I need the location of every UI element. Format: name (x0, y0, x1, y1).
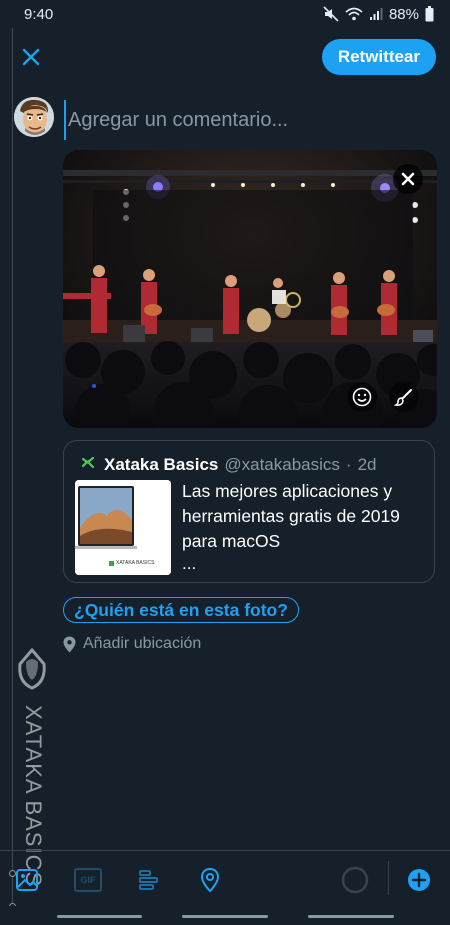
quoted-tweet-separator: · (345, 454, 352, 474)
close-button[interactable] (14, 40, 48, 74)
avatar[interactable] (14, 97, 54, 137)
compose-toolbar: GIF (0, 850, 450, 907)
brush-icon (394, 389, 412, 406)
concert-photo (63, 150, 437, 428)
quoted-tweet-time: 2d (357, 454, 377, 474)
signal-icon (369, 7, 383, 21)
attached-photo[interactable] (63, 150, 437, 428)
quoted-tweet-card[interactable]: Xataka Basics @xatakabasics · 2d XATAKA … (63, 440, 435, 583)
quoted-tweet-handle: @xatakabasics (224, 454, 340, 474)
status-time: 9:40 (24, 5, 54, 23)
nav-home-button[interactable] (182, 915, 268, 918)
nav-recent-button[interactable] (57, 915, 142, 918)
plus-icon (408, 869, 430, 891)
remove-photo-button[interactable] (393, 164, 423, 194)
close-icon (22, 48, 40, 66)
progress-ring-icon (341, 866, 369, 894)
watermark-logo (16, 647, 48, 695)
mute-icon (323, 6, 339, 22)
gif-button[interactable]: GIF (73, 865, 103, 895)
status-icons: 88% (323, 6, 434, 23)
thumbnail-caption: XATAKA BASICS (116, 560, 155, 566)
gif-label: GIF (80, 875, 96, 885)
smiley-icon (352, 387, 372, 407)
poll-icon (139, 870, 158, 890)
add-location-button[interactable]: Añadir ubicación (63, 635, 201, 653)
thread-rail (0, 28, 13, 925)
battery-percent: 88% (388, 5, 419, 23)
system-nav-bar (0, 906, 450, 925)
add-tweet-button[interactable] (404, 865, 434, 895)
character-count-ring (340, 865, 370, 895)
wifi-icon (345, 7, 363, 21)
location-pin-icon (200, 867, 220, 893)
quoted-tweet-text: Las mejores aplicaciones y herramientas … (182, 481, 400, 551)
retweet-button[interactable]: Retwittear (321, 39, 436, 75)
comment-input[interactable] (64, 100, 440, 140)
poll-button[interactable] (134, 865, 164, 895)
close-icon (401, 172, 415, 186)
edit-photo-button[interactable] (389, 382, 419, 412)
add-location-label: Añadir ubicación (83, 635, 202, 652)
quoted-tweet-ellipsis: ... (182, 554, 197, 573)
gif-icon: GIF (74, 868, 102, 892)
tag-people-button[interactable]: ¿Quién está en esta foto? (63, 597, 299, 623)
toolbar-divider (388, 861, 389, 895)
location-button[interactable] (195, 865, 225, 895)
quoted-tweet-header: Xataka Basics @xatakabasics · 2d (78, 452, 377, 477)
battery-icon (425, 6, 434, 22)
status-bar: 9:40 88% (0, 0, 450, 28)
location-pin-icon (63, 636, 76, 652)
sticker-button[interactable] (347, 382, 377, 412)
nav-back-button[interactable] (308, 915, 394, 918)
media-button[interactable] (12, 865, 42, 895)
quoted-tweet-thumbnail: XATAKA BASICS (75, 480, 171, 575)
quoted-tweet-name: Xataka Basics (104, 454, 219, 474)
quoted-tweet-avatar (78, 452, 98, 477)
image-icon (16, 869, 38, 891)
